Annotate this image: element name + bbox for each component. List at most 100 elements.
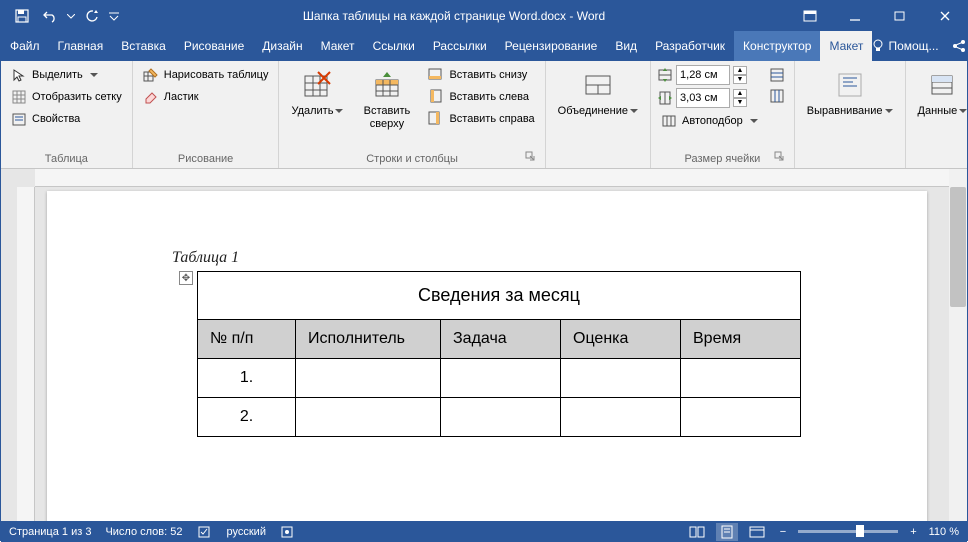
table-row[interactable]: 2. xyxy=(198,398,801,437)
tab-table-design[interactable]: Конструктор xyxy=(734,31,820,61)
height-up[interactable]: ▲ xyxy=(733,66,747,75)
read-mode-button[interactable] xyxy=(686,523,708,541)
zoom-thumb[interactable] xyxy=(856,525,864,537)
tab-layout[interactable]: Макет xyxy=(312,31,364,61)
zoom-in-button[interactable]: + xyxy=(906,526,920,538)
horizontal-ruler[interactable] xyxy=(35,169,949,187)
page[interactable]: Таблица 1 ✥ Сведения за месяц № п/п Испо… xyxy=(47,191,927,521)
distribute-rows-button[interactable] xyxy=(766,66,788,84)
header-cell[interactable]: № п/п xyxy=(198,320,296,359)
properties-button[interactable]: Свойства xyxy=(7,109,126,129)
header-cell[interactable]: Задача xyxy=(441,320,561,359)
table-caption[interactable]: Таблица 1 xyxy=(172,249,239,267)
height-down[interactable]: ▼ xyxy=(733,75,747,84)
alignment-icon xyxy=(834,69,866,101)
ribbon-display-options[interactable] xyxy=(787,1,832,31)
autofit-button[interactable]: Автоподбор xyxy=(657,111,762,131)
tab-view[interactable]: Вид xyxy=(606,31,646,61)
delete-button[interactable]: Удалить xyxy=(285,65,349,150)
table-cell[interactable] xyxy=(681,359,801,398)
table-cell[interactable] xyxy=(681,398,801,437)
table-cell[interactable] xyxy=(561,359,681,398)
table-header-row[interactable]: № п/п Исполнитель Задача Оценка Время xyxy=(198,320,801,359)
word-count[interactable]: Число слов: 52 xyxy=(105,526,182,538)
grid-icon xyxy=(11,89,27,105)
data-button[interactable]: Данные xyxy=(912,65,968,150)
share-button[interactable] xyxy=(947,34,968,58)
header-cell[interactable]: Время xyxy=(681,320,801,359)
insert-above-button[interactable]: Вставить сверху xyxy=(353,65,420,150)
insert-right-button[interactable]: Вставить справа xyxy=(424,109,538,129)
cellsize-launcher[interactable] xyxy=(774,151,788,165)
group-label-merge xyxy=(552,150,644,168)
group-merge: Объединение xyxy=(546,61,651,168)
print-layout-button[interactable] xyxy=(716,523,738,541)
merge-button[interactable]: Объединение xyxy=(552,65,644,150)
zoom-level[interactable]: 110 % xyxy=(929,526,959,538)
col-width-input[interactable] xyxy=(676,88,730,108)
col-width-icon xyxy=(657,90,673,106)
document-table[interactable]: Сведения за месяц № п/п Исполнитель Зада… xyxy=(197,271,801,437)
tab-insert[interactable]: Вставка xyxy=(112,31,175,61)
language-indicator[interactable]: русский xyxy=(227,526,266,538)
tab-file[interactable]: Файл xyxy=(1,31,49,61)
distribute-cols-button[interactable] xyxy=(766,87,788,105)
redo-button[interactable] xyxy=(79,3,105,29)
header-cell[interactable]: Исполнитель xyxy=(296,320,441,359)
alignment-button[interactable]: Выравнивание xyxy=(801,65,899,150)
data-icon xyxy=(926,69,958,101)
minimize-button[interactable] xyxy=(832,1,877,31)
draw-table-button[interactable]: Нарисовать таблицу xyxy=(139,65,273,85)
macro-icon[interactable] xyxy=(280,525,294,539)
table-cell[interactable] xyxy=(296,359,441,398)
select-button[interactable]: Выделить xyxy=(7,65,126,85)
tab-review[interactable]: Рецензирование xyxy=(496,31,607,61)
eraser-button[interactable]: Ластик xyxy=(139,87,273,107)
qat-customize[interactable] xyxy=(107,3,121,29)
table-cell[interactable]: 1. xyxy=(198,359,296,398)
table-title-cell[interactable]: Сведения за месяц xyxy=(198,272,801,320)
rowscols-launcher[interactable] xyxy=(525,151,539,165)
width-up[interactable]: ▲ xyxy=(733,89,747,98)
web-layout-button[interactable] xyxy=(746,523,768,541)
insert-left-button[interactable]: Вставить слева xyxy=(424,87,538,107)
table-move-handle[interactable]: ✥ xyxy=(179,271,193,285)
pencil-table-icon xyxy=(143,67,159,83)
tab-table-layout[interactable]: Макет xyxy=(820,31,872,61)
tab-references[interactable]: Ссылки xyxy=(364,31,424,61)
document-area: Таблица 1 ✥ Сведения за месяц № п/п Испо… xyxy=(1,169,967,521)
table-cell[interactable] xyxy=(561,398,681,437)
close-button[interactable] xyxy=(922,1,967,31)
maximize-button[interactable] xyxy=(877,1,922,31)
title-bar: Шапка таблицы на каждой странице Word.do… xyxy=(1,1,967,31)
table-cell[interactable] xyxy=(296,398,441,437)
spellcheck-icon[interactable] xyxy=(197,525,213,539)
group-label-alignment xyxy=(801,150,899,168)
insert-below-button[interactable]: Вставить снизу xyxy=(424,65,538,85)
window-title: Шапка таблицы на каждой странице Word.do… xyxy=(121,9,787,23)
tab-developer[interactable]: Разработчик xyxy=(646,31,734,61)
page-indicator[interactable]: Страница 1 из 3 xyxy=(9,526,91,538)
scroll-thumb[interactable] xyxy=(950,187,966,307)
undo-dropdown[interactable] xyxy=(65,3,77,29)
table-cell[interactable] xyxy=(441,359,561,398)
header-cell[interactable]: Оценка xyxy=(561,320,681,359)
gridlines-button[interactable]: Отобразить сетку xyxy=(7,87,126,107)
table-cell[interactable] xyxy=(441,398,561,437)
tab-home[interactable]: Главная xyxy=(49,31,113,61)
table-row[interactable]: 1. xyxy=(198,359,801,398)
table-cell[interactable]: 2. xyxy=(198,398,296,437)
vertical-scrollbar[interactable] xyxy=(949,169,967,521)
zoom-slider[interactable] xyxy=(798,530,898,533)
merge-icon xyxy=(582,69,614,101)
vertical-ruler[interactable] xyxy=(17,187,35,521)
tell-me[interactable]: Помощ... xyxy=(872,39,938,53)
zoom-out-button[interactable]: − xyxy=(776,526,790,538)
width-down[interactable]: ▼ xyxy=(733,98,747,107)
save-button[interactable] xyxy=(9,3,35,29)
row-height-input[interactable] xyxy=(676,65,730,85)
tab-mailings[interactable]: Рассылки xyxy=(424,31,496,61)
undo-button[interactable] xyxy=(37,3,63,29)
tab-design[interactable]: Дизайн xyxy=(253,31,311,61)
tab-draw[interactable]: Рисование xyxy=(175,31,253,61)
